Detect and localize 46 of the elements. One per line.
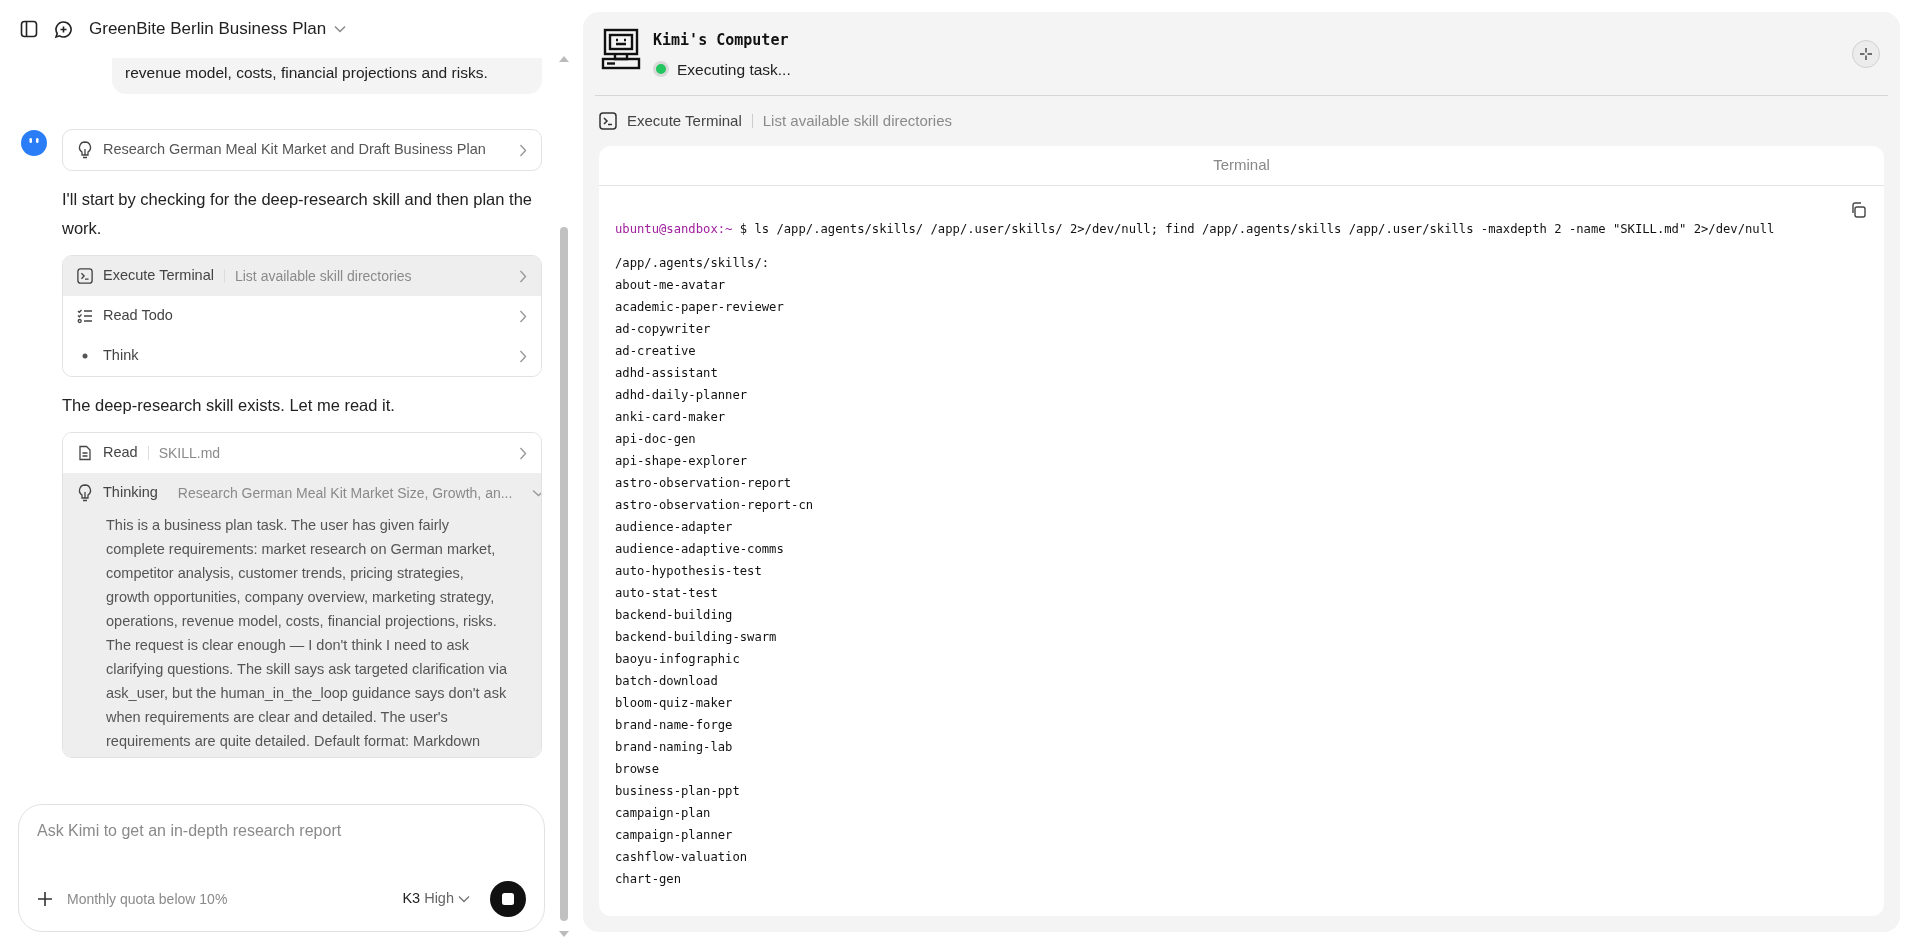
output-line: auto-hypothesis-test — [615, 563, 763, 581]
output-line: backend-building-swarm — [615, 629, 778, 647]
output-line: browse — [615, 761, 661, 779]
output-line: campaign-plan — [615, 805, 712, 823]
status-text: Executing task... — [677, 59, 791, 80]
command-line: ubuntu@sandbox:~ $ ls /app/.agents/skills/ /app/.user/skills/ 2>/dev/null; find /app/.agents/skills /app/.user/skills -maxdepth 2 -name "SKILL.md" 2>/dev/null — [615, 220, 1776, 238]
quota-note: Monthly quota below 10% — [67, 889, 229, 909]
message-input[interactable]: Ask Kimi to get an in-depth research report — [37, 819, 526, 843]
output-line: brand-naming-lab — [615, 739, 734, 757]
output-line: baoyu-infographic — [615, 651, 741, 669]
output-line: chart-gen — [615, 871, 683, 889]
output-line: astro-observation-report-cn — [615, 497, 815, 515]
assistant-message: The deep-research skill exists. Let me read it. — [62, 395, 396, 417]
thinking-text: This is a business plan task. The user has given fairly complete requirements: market research on German market, competitor analysis, customer trends, pricing strategies, growth opportunities, company overview, marketing strategy, operations, revenue model, costs, financial projections, risks. The request is clear enough — I don't think I need to ask clarifying questions. The skill says ask targeted clarification via ask_user, but the human_in_the_loop guidance says don't ask when requirements are clear and detailed. The user's requirements are quite detailed. Default format: Markdown — [63, 513, 541, 758]
user-message: revenue model, costs, financial projections and risks. — [112, 58, 542, 95]
output-line: business-plan-ppt — [615, 783, 741, 801]
panel-title: Kimi's Computer — [653, 30, 790, 51]
output-line: api-doc-gen — [615, 431, 697, 449]
chat-title-dropdown[interactable]: GreenBite Berlin Business Plan — [89, 16, 347, 42]
output-line: ad-creative — [615, 343, 697, 361]
step-row[interactable]: Thinking Research German Meal Kit Market Size, Growth, an... — [63, 473, 541, 514]
tool-name: Execute Terminal — [627, 110, 742, 131]
output-line: about-me-avatar — [615, 277, 727, 295]
output-line: astro-observation-report — [615, 475, 793, 493]
terminal-title: Terminal — [1213, 155, 1270, 175]
output-line: audience-adaptive-comms — [615, 541, 785, 559]
step-row[interactable]: Execute Terminal List available skill directories — [63, 256, 541, 297]
output-line: backend-building — [615, 607, 734, 625]
output-line: brand-name-forge — [615, 717, 734, 735]
output-line: academic-paper-reviewer — [615, 299, 785, 317]
model-selector[interactable]: K3 High — [402, 888, 470, 910]
output-line: ad-copywriter — [615, 321, 712, 339]
output-line: audience-adapter — [615, 519, 734, 537]
assistant-message: I'll start by checking for the deep-research skill and then plan the work. — [62, 189, 533, 240]
output-line: api-shape-explorer — [615, 453, 749, 471]
output-line: /app/.agents/skills/: — [615, 255, 771, 273]
output-line: cashflow-valuation — [615, 849, 749, 867]
task-card[interactable]: Research German Meal Kit Market and Draft Business Plan — [62, 129, 542, 172]
output-line: anki-card-maker — [615, 409, 727, 427]
output-line: campaign-planner — [615, 827, 734, 845]
output-line: batch-download — [615, 673, 719, 691]
output-line: bloom-quiz-maker — [615, 695, 734, 713]
tool-detail: List available skill directories — [762, 110, 953, 131]
output-line: auto-stat-test — [615, 585, 719, 603]
output-line: adhd-assistant — [615, 365, 719, 383]
output-line: adhd-daily-planner — [615, 387, 749, 405]
